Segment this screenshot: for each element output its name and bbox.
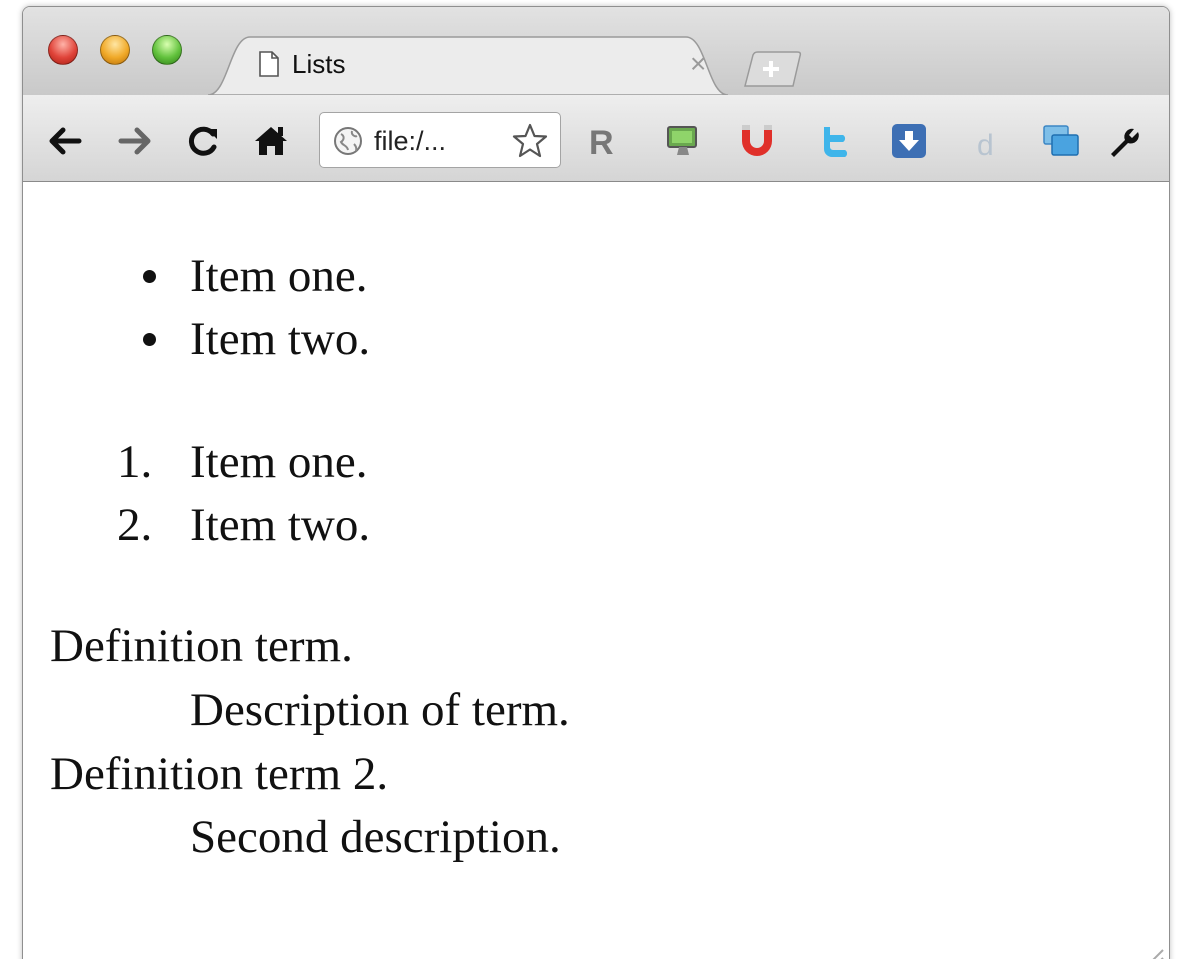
- magnet-icon[interactable]: [737, 121, 777, 161]
- unordered-list-item: Item one.: [190, 250, 368, 302]
- download-icon[interactable]: [889, 121, 929, 161]
- reload-icon[interactable]: [183, 121, 223, 161]
- new-tab-button[interactable]: [743, 51, 803, 87]
- page-icon: [259, 51, 279, 77]
- address-bar[interactable]: file:/...: [319, 112, 561, 168]
- svg-text:R: R: [589, 124, 614, 161]
- tab-title: Lists: [292, 49, 346, 79]
- browser-window: Lists × file:/... R d Item one. Item two…: [22, 6, 1170, 959]
- address-url: file:/...: [374, 126, 447, 156]
- list-bullet: [143, 333, 156, 346]
- home-icon[interactable]: [251, 121, 291, 161]
- wrench-icon[interactable]: [1103, 121, 1143, 161]
- tab-close-icon[interactable]: ×: [690, 49, 706, 79]
- definition-description: Description of term.: [190, 684, 570, 736]
- tab-shape: [208, 36, 728, 95]
- resize-grip-icon[interactable]: [1139, 946, 1165, 959]
- screens-icon[interactable]: [1041, 121, 1081, 161]
- zoom-window-button[interactable]: [152, 35, 182, 65]
- close-window-button[interactable]: [48, 35, 78, 65]
- page-content: Item one. Item two. 1. Item one. 2. Item…: [23, 182, 1169, 959]
- unordered-list-item: Item two.: [190, 313, 371, 365]
- toolbar: file:/... R d: [23, 95, 1169, 182]
- new-tab-icon: [744, 51, 802, 87]
- back-arrow-icon[interactable]: [45, 121, 85, 161]
- delicious-icon[interactable]: d: [967, 121, 1007, 161]
- title-bar: Lists ×: [23, 7, 1169, 95]
- svg-text:d: d: [977, 129, 994, 161]
- r-icon[interactable]: R: [583, 121, 623, 161]
- list-bullet: [143, 270, 156, 283]
- globe-icon: [334, 127, 362, 155]
- minimize-window-button[interactable]: [100, 35, 130, 65]
- ordered-list-marker: 1.: [117, 436, 153, 488]
- ordered-list-item: Item one.: [190, 436, 368, 488]
- twitter-icon[interactable]: [815, 121, 855, 161]
- ordered-list-item: Item two.: [190, 499, 371, 551]
- monitor-icon[interactable]: [663, 121, 703, 161]
- bookmark-star-icon[interactable]: [510, 121, 550, 161]
- forward-arrow-icon[interactable]: [115, 121, 155, 161]
- definition-term: Definition term 2.: [50, 748, 389, 800]
- tab-lists[interactable]: Lists ×: [208, 33, 728, 95]
- definition-description: Second description.: [190, 811, 561, 863]
- ordered-list-marker: 2.: [117, 499, 153, 551]
- definition-term: Definition term.: [50, 620, 353, 672]
